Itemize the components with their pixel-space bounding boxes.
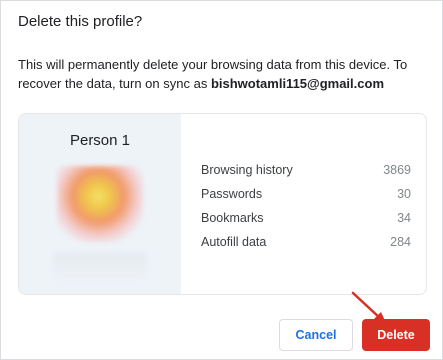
cancel-button[interactable]: Cancel [279,319,353,351]
stat-value: 34 [397,211,411,225]
stat-row-autofill-data: Autofill data 284 [201,230,411,254]
profile-name: Person 1 [69,132,131,149]
stat-row-passwords: Passwords 30 [201,182,411,206]
stat-row-bookmarks: Bookmarks 34 [201,206,411,230]
sync-email: bishwotamli115@gmail.com [210,76,384,91]
avatar [57,166,143,242]
delete-button[interactable]: Delete [362,319,430,351]
dialog-message: This will permanently delete your browsi… [18,55,428,93]
delete-profile-dialog: Delete this profile? This will permanent… [0,0,443,360]
stat-label: Browsing history [201,163,293,177]
blurred-account-info [53,252,147,282]
stat-label: Passwords [201,187,263,201]
data-stats-list: Browsing history 3869 Passwords 30 Bookm… [201,158,411,254]
profile-summary: Person 1 [19,114,181,294]
dialog-title: Delete this profile? [18,13,143,30]
stat-value: 284 [390,235,411,249]
profile-card: Person 1 Browsing history 3869 Passwords… [18,113,427,295]
stat-value: 3869 [383,163,411,177]
stat-label: Autofill data [201,235,267,249]
stat-value: 30 [397,187,411,201]
stat-label: Bookmarks [201,211,264,225]
stat-row-browsing-history: Browsing history 3869 [201,158,411,182]
